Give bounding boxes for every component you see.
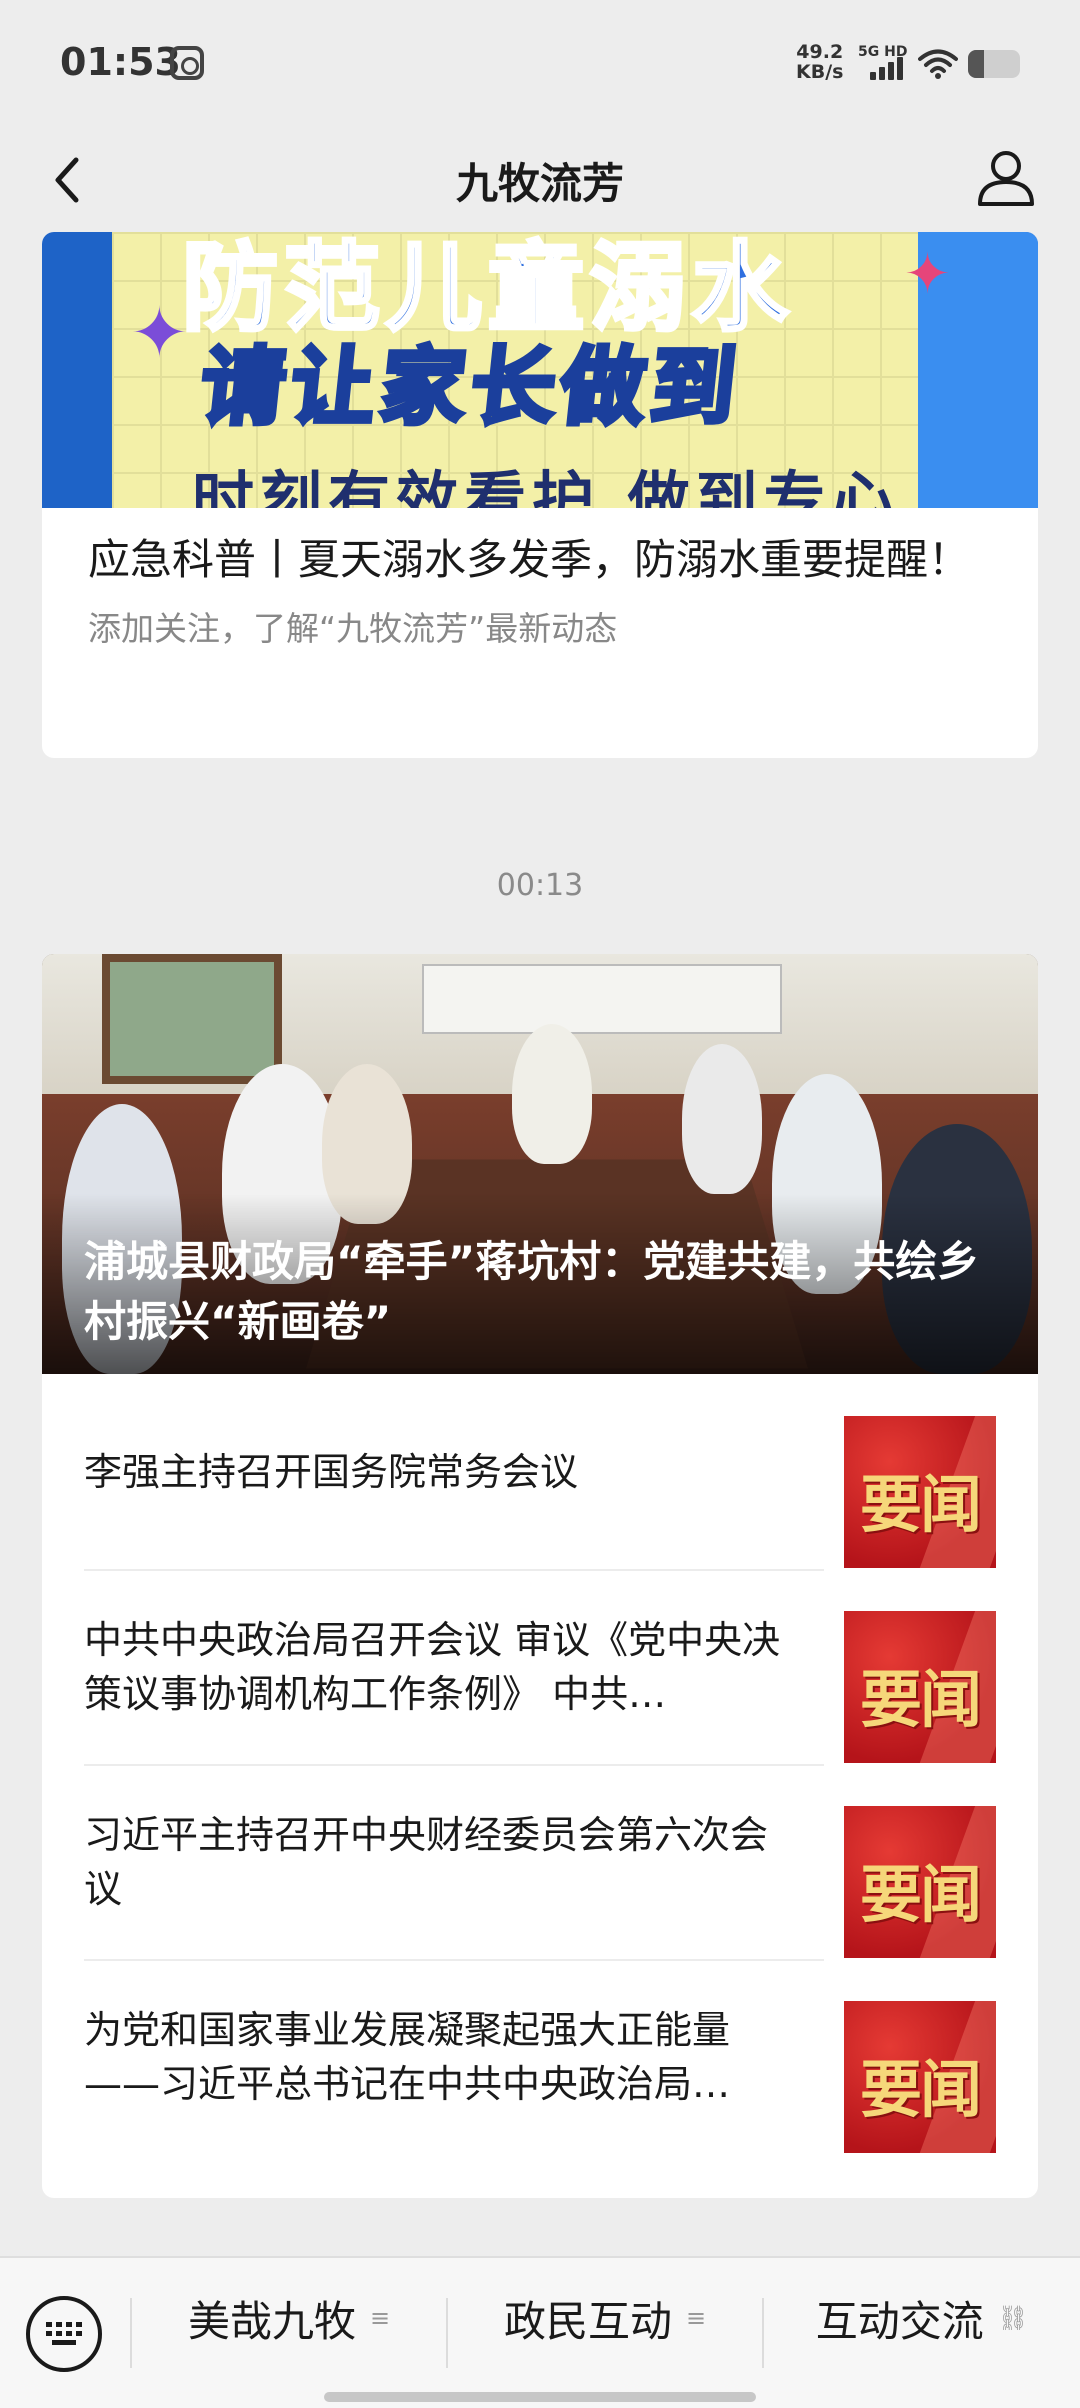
- sparkle-icon: ✦: [130, 292, 189, 374]
- news-item-title: 中共中央政治局召开会议 审议《党中央决策议事协调机构工作条例》 中共…: [84, 1617, 781, 1716]
- menu-item-hudong-jiaoliu[interactable]: 互动交流 ⛓: [764, 2258, 1080, 2378]
- message-timestamp: 00:13: [496, 868, 584, 903]
- bottom-menu-bar: 美哉九牧 ≡ 政民互动 ≡ 互动交流 ⛓: [0, 2256, 1080, 2408]
- status-bar: 01:53 49.2 KB/s 5G HD: [0, 0, 1080, 126]
- news-thumbnail-label: 要闻: [859, 1468, 982, 1541]
- menu-item-label: 美哉九牧: [187, 2296, 356, 2346]
- menu-item-label: 政民互动: [503, 2296, 672, 2346]
- network-speed-value: 49.2: [796, 41, 844, 63]
- news-thumbnail-label: 要闻: [859, 1663, 982, 1736]
- keyboard-icon[interactable]: [26, 2296, 102, 2372]
- news-thumbnail: 要闻: [844, 2001, 996, 2153]
- menu-item-zhengmin-hudong[interactable]: 政民互动 ≡: [448, 2258, 762, 2378]
- menu-lines-icon: ≡: [685, 2304, 707, 2332]
- hero-article[interactable]: 浦城县财政局“牵手”蒋坑村：党建共建，共绘乡村振兴“新画卷”: [42, 954, 1038, 1374]
- news-thumbnail-label: 要闻: [859, 2053, 982, 2126]
- news-thumbnail: 要闻: [844, 1611, 996, 1763]
- article-card[interactable]: 防范儿童溺水 请让家长做到 时刻有效看护 做到专心 ✦ ✦ 应急科普丨夏天溺水多…: [42, 232, 1038, 758]
- poster-line-2: 请让家长做到: [194, 336, 749, 439]
- network-speed-unit: KB/s: [796, 61, 844, 83]
- news-item[interactable]: 习近平主持召开中央财经委员会第六次会议 要闻: [84, 1764, 996, 1959]
- news-thumbnail: 要闻: [844, 1806, 996, 1958]
- news-item-title: 李强主持召开国务院常务会议: [84, 1449, 579, 1494]
- news-item[interactable]: 中共中央政治局召开会议 审议《党中央决策议事协调机构工作条例》 中共… 要闻: [84, 1569, 996, 1764]
- news-thumbnail: 要闻: [844, 1416, 996, 1568]
- page-title: 九牧流芳: [455, 159, 624, 208]
- menu-item-label: 互动交流: [815, 2296, 984, 2346]
- network-speed: 49.2 KB/s: [796, 42, 843, 82]
- status-time: 01:53: [60, 40, 181, 84]
- person-icon[interactable]: [972, 144, 1040, 212]
- news-item[interactable]: 李强主持召开国务院常务会议 要闻: [84, 1374, 996, 1569]
- article-subtitle: 添加关注，了解“九牧流芳”最新动态: [88, 609, 618, 648]
- article-title: 应急科普丨夏天溺水多发季，防溺水重要提醒！: [88, 535, 971, 584]
- poster-line-3: 时刻有效看护 做到专心: [192, 464, 900, 508]
- sparkle-icon: ✦: [904, 242, 951, 307]
- news-item-title: 为党和国家事业发展凝聚起强大正能量——习近平总书记在中共中央政治局…: [84, 2007, 731, 2106]
- battery-icon: [968, 50, 1020, 78]
- notification-app-icon: [170, 46, 204, 80]
- news-thumbnail-label: 要闻: [859, 1858, 982, 1931]
- signal-icon: [870, 56, 906, 80]
- news-list: 李强主持召开国务院常务会议 要闻 中共中央政治局召开会议 审议《党中央决策议事协…: [84, 1374, 996, 2154]
- article-poster: 防范儿童溺水 请让家长做到 时刻有效看护 做到专心 ✦ ✦: [42, 232, 1038, 508]
- news-item-title: 习近平主持召开中央财经委员会第六次会议: [84, 1812, 769, 1911]
- wifi-icon: [918, 49, 958, 79]
- home-indicator[interactable]: [324, 2392, 756, 2402]
- link-icon: ⛓: [997, 2304, 1029, 2332]
- hero-article-title: 浦城县财政局“牵手”蒋坑村：党建共建，共绘乡村振兴“新画卷”: [84, 1237, 980, 1346]
- news-card: 浦城县财政局“牵手”蒋坑村：党建共建，共绘乡村振兴“新画卷” 李强主持召开国务院…: [42, 954, 1038, 2198]
- news-item[interactable]: 为党和国家事业发展凝聚起强大正能量——习近平总书记在中共中央政治局… 要闻: [84, 1959, 996, 2154]
- nav-bar: 九牧流芳: [0, 126, 1080, 234]
- menu-lines-icon: ≡: [369, 2304, 391, 2332]
- battery-level: [968, 50, 984, 78]
- menu-item-meizai-jiumu[interactable]: 美哉九牧 ≡: [132, 2258, 446, 2378]
